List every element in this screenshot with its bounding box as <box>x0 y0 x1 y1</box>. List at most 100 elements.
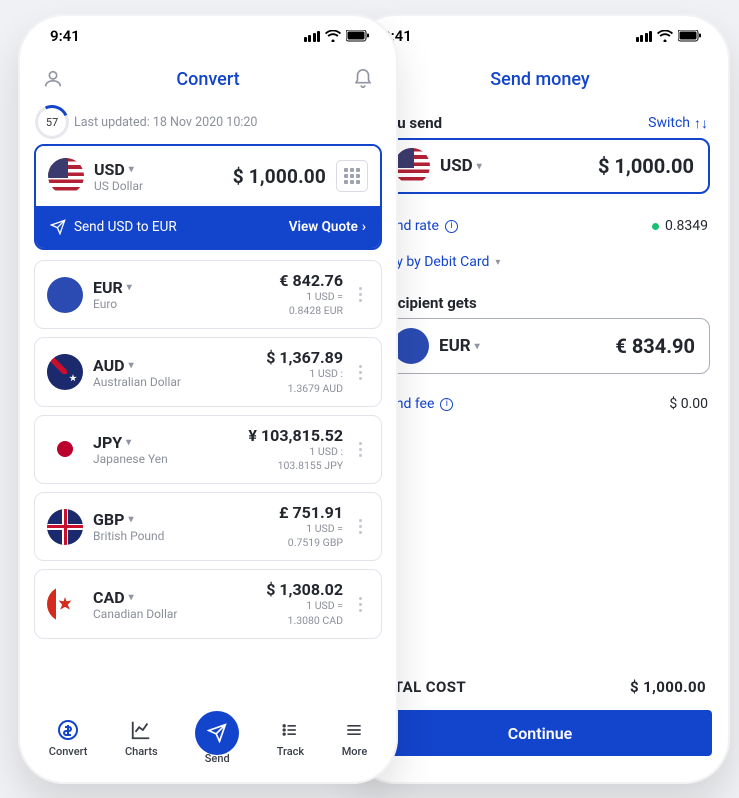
currency-name: Australian Dollar <box>93 375 266 389</box>
info-icon: i <box>445 220 458 233</box>
tab-bar: Convert Charts Send Track More <box>18 706 398 770</box>
total-cost-row: TOTAL COST $ 1,000.00 <box>370 664 710 710</box>
currency-code[interactable]: GBP▾ <box>93 510 279 529</box>
flag-au-icon <box>47 354 83 390</box>
convert-content: 57 Last updated: 18 Nov 2020 10:20 USD▾ … <box>18 100 398 639</box>
send-to-amount: € 834.90 <box>615 334 695 358</box>
currency-rate: 1 USD :1.3679 AUD <box>266 367 343 395</box>
send-from-amount[interactable]: $ 1,000.00 <box>598 154 694 178</box>
chevron-down-icon: ▾ <box>477 161 482 172</box>
currency-name: Canadian Dollar <box>93 607 266 621</box>
currency-card-jpy[interactable]: JPY▾Japanese Yen¥ 103,815.521 USD :103.8… <box>34 415 382 484</box>
view-quote-link[interactable]: View Quote› <box>289 219 366 235</box>
phone-convert: 9:41 Convert 57 Last updated: 18 Nov 202… <box>18 14 398 784</box>
switch-button[interactable]: Switch ↑↓ <box>648 115 708 132</box>
status-icons <box>304 30 371 42</box>
tab-convert[interactable]: Convert <box>49 718 88 758</box>
currency-card-cad[interactable]: CAD▾Canadian Dollar$ 1,308.021 USD =1.30… <box>34 569 382 638</box>
status-icons <box>636 30 703 42</box>
you-send-card[interactable]: USD▾ $ 1,000.00 <box>378 138 710 194</box>
nav-bar: Send money <box>350 58 730 100</box>
continue-button[interactable]: Continue <box>368 710 712 756</box>
flag-us-icon <box>48 158 84 194</box>
send-banner-text: Send USD to EUR <box>74 219 177 235</box>
currency-rate: 1 USD :103.8155 JPY <box>248 445 343 473</box>
recipient-header: Recipient gets <box>378 288 710 318</box>
currency-card-aud[interactable]: AUD▾Australian Dollar$ 1,367.891 USD :1.… <box>34 337 382 406</box>
pay-method-row[interactable]: Pay by Debit Card▾ <box>378 244 710 280</box>
currency-name: Euro <box>93 297 279 311</box>
send-tab-button[interactable] <box>195 711 239 755</box>
you-send-header: You send Switch ↑↓ <box>378 108 710 138</box>
base-currency-row[interactable]: USD▾ US Dollar $ 1,000.00 <box>36 146 380 206</box>
info-icon: i <box>440 398 453 411</box>
chevron-down-icon: ▾ <box>129 360 134 371</box>
base-currency-card: USD▾ US Dollar $ 1,000.00 Send USD to EU… <box>34 144 382 250</box>
currency-more-button[interactable] <box>351 287 369 302</box>
cellular-icon <box>304 31 321 42</box>
currency-more-button[interactable] <box>351 442 369 457</box>
chevron-down-icon: ▾ <box>128 514 133 525</box>
charts-icon <box>129 718 153 742</box>
chevron-down-icon: ▾ <box>129 592 134 603</box>
send-bottom: TOTAL COST $ 1,000.00 Continue <box>370 664 710 756</box>
currency-amount: ¥ 103,815.52 <box>248 426 343 445</box>
total-cost-value: $ 1,000.00 <box>630 678 706 696</box>
chevron-down-icon: ▾ <box>495 257 500 268</box>
currency-code[interactable]: JPY▾ <box>93 433 248 452</box>
currency-more-button[interactable] <box>351 519 369 534</box>
pay-method-label: Pay by Debit Card▾ <box>380 254 500 270</box>
currency-card-gbp[interactable]: GBP▾British Pound£ 751.911 USD =0.7519 G… <box>34 492 382 561</box>
profile-icon[interactable] <box>40 66 66 92</box>
countdown-timer: 57 <box>38 108 66 136</box>
flag-gb-icon <box>47 509 83 545</box>
currency-code[interactable]: CAD▾ <box>93 588 266 607</box>
tab-track[interactable]: Track <box>277 718 304 758</box>
status-bar: 9:41 <box>350 14 730 58</box>
more-icon <box>342 718 366 742</box>
recipient-card[interactable]: EUR▾ € 834.90 <box>378 318 710 374</box>
currency-amount: $ 1,308.02 <box>266 580 343 599</box>
currency-amount: $ 1,367.89 <box>266 348 343 367</box>
last-updated-row: 57 Last updated: 18 Nov 2020 10:20 <box>34 104 382 144</box>
send-banner[interactable]: Send USD to EUR View Quote› <box>36 206 380 248</box>
currency-card-eur[interactable]: EUR▾Euro€ 842.761 USD =0.8428 EUR <box>34 260 382 329</box>
currency-more-button[interactable] <box>351 365 369 380</box>
chevron-down-icon: ▾ <box>127 282 132 293</box>
send-from-currency[interactable]: USD▾ <box>440 156 482 176</box>
send-to-currency[interactable]: EUR▾ <box>439 336 480 356</box>
base-currency-name: US Dollar <box>94 179 233 193</box>
calculator-button[interactable] <box>336 160 368 192</box>
base-currency-code[interactable]: USD▾ <box>94 160 233 179</box>
currency-rate: 1 USD =1.3080 CAD <box>266 599 343 627</box>
flag-us-icon <box>394 148 430 184</box>
flag-ca-icon <box>47 586 83 622</box>
battery-icon <box>678 30 702 42</box>
currency-code[interactable]: AUD▾ <box>93 356 266 375</box>
convert-icon <box>56 718 80 742</box>
flag-eu-icon <box>393 328 429 364</box>
currency-rate: 1 USD =0.7519 GBP <box>279 522 343 550</box>
base-amount[interactable]: $ 1,000.00 <box>233 165 326 188</box>
tab-send[interactable]: Send <box>195 711 239 765</box>
nav-bar: Convert <box>18 58 398 100</box>
rate-status-dot <box>652 223 659 230</box>
send-rate-value: 0.8349 <box>652 218 708 234</box>
flag-eu-icon <box>47 277 83 313</box>
wifi-icon <box>325 30 341 42</box>
track-icon <box>278 718 302 742</box>
currency-more-button[interactable] <box>351 597 369 612</box>
send-rate-row: Send ratei 0.8349 <box>378 208 710 244</box>
wifi-icon <box>657 30 673 42</box>
send-content: You send Switch ↑↓ USD▾ $ 1,000.00 Send … <box>350 100 730 422</box>
notifications-icon[interactable] <box>350 66 376 92</box>
chevron-down-icon: ▾ <box>475 341 480 352</box>
currency-name: British Pound <box>93 529 279 543</box>
status-bar: 9:41 <box>18 14 398 58</box>
currency-code[interactable]: EUR▾ <box>93 278 279 297</box>
flag-jp-icon <box>47 431 83 467</box>
tab-more[interactable]: More <box>342 718 368 758</box>
status-time: 9:41 <box>50 27 80 45</box>
tab-charts[interactable]: Charts <box>125 718 158 758</box>
currency-amount: £ 751.91 <box>279 503 343 522</box>
